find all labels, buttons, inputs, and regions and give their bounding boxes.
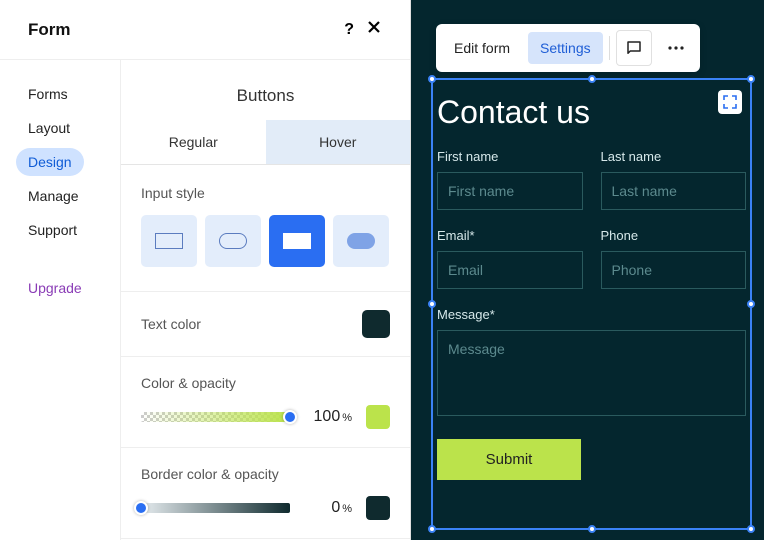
color-opacity-slider[interactable] bbox=[141, 412, 290, 422]
resize-handle[interactable] bbox=[747, 75, 755, 83]
color-opacity-swatch[interactable] bbox=[366, 405, 390, 429]
style-option-pill-fill[interactable] bbox=[333, 215, 389, 267]
close-icon[interactable] bbox=[366, 19, 382, 40]
panel-title: Form bbox=[28, 20, 71, 40]
style-option-round-outline[interactable] bbox=[205, 215, 261, 267]
color-opacity-row: Color & opacity 100% bbox=[121, 357, 410, 448]
section-title: Buttons bbox=[121, 60, 410, 120]
expand-icon[interactable] bbox=[718, 90, 742, 114]
style-option-rect-fill[interactable] bbox=[269, 215, 325, 267]
style-option-rect-outline[interactable] bbox=[141, 215, 197, 267]
border-opacity-row: Border color & opacity 0% bbox=[121, 448, 410, 539]
sidebar-item-upgrade[interactable]: Upgrade bbox=[16, 274, 94, 302]
sidebar-item-support[interactable]: Support bbox=[16, 216, 89, 244]
message-field[interactable] bbox=[437, 330, 746, 416]
resize-handle[interactable] bbox=[588, 525, 596, 533]
form-canvas[interactable]: Contact us First name Last name Email* P… bbox=[431, 78, 752, 530]
element-toolbar: Edit form Settings bbox=[436, 24, 700, 72]
resize-handle[interactable] bbox=[428, 75, 436, 83]
edit-form-button[interactable]: Edit form bbox=[442, 32, 522, 64]
design-content: Buttons Regular Hover Input style Text c… bbox=[120, 60, 410, 540]
resize-handle[interactable] bbox=[588, 75, 596, 83]
state-tabs: Regular Hover bbox=[121, 120, 410, 165]
text-color-row: Text color bbox=[121, 292, 410, 357]
resize-handle[interactable] bbox=[428, 525, 436, 533]
toolbar-divider bbox=[609, 36, 610, 60]
last-name-label: Last name bbox=[601, 149, 747, 164]
text-color-label: Text color bbox=[141, 316, 201, 332]
color-opacity-value: 100% bbox=[304, 408, 352, 426]
resize-handle[interactable] bbox=[747, 300, 755, 308]
sidebar: Forms Layout Design Manage Support Upgra… bbox=[0, 60, 120, 540]
submit-button[interactable]: Submit bbox=[437, 439, 581, 480]
email-label: Email* bbox=[437, 228, 583, 243]
input-style-block: Input style bbox=[121, 165, 410, 292]
resize-handle[interactable] bbox=[428, 300, 436, 308]
help-icon[interactable]: ? bbox=[344, 21, 354, 39]
tab-regular[interactable]: Regular bbox=[121, 120, 266, 164]
border-opacity-swatch[interactable] bbox=[366, 496, 390, 520]
panel-header: Form ? bbox=[0, 0, 410, 60]
sidebar-item-manage[interactable]: Manage bbox=[16, 182, 91, 210]
resize-handle[interactable] bbox=[747, 525, 755, 533]
phone-field[interactable] bbox=[601, 251, 747, 289]
first-name-field[interactable] bbox=[437, 172, 583, 210]
input-style-label: Input style bbox=[141, 185, 390, 201]
more-icon[interactable] bbox=[658, 30, 694, 66]
border-opacity-slider[interactable] bbox=[141, 503, 290, 513]
settings-button[interactable]: Settings bbox=[528, 32, 603, 64]
email-field[interactable] bbox=[437, 251, 583, 289]
form-heading: Contact us bbox=[437, 94, 746, 131]
tab-hover[interactable]: Hover bbox=[266, 120, 411, 164]
first-name-label: First name bbox=[437, 149, 583, 164]
sidebar-item-forms[interactable]: Forms bbox=[16, 80, 80, 108]
border-opacity-value: 0% bbox=[304, 499, 352, 517]
sidebar-item-layout[interactable]: Layout bbox=[16, 114, 82, 142]
phone-label: Phone bbox=[601, 228, 747, 243]
message-label: Message* bbox=[433, 307, 750, 322]
last-name-field[interactable] bbox=[601, 172, 747, 210]
color-opacity-label: Color & opacity bbox=[141, 375, 390, 391]
design-panel: Form ? Forms Layout Design Manage Suppor… bbox=[0, 0, 411, 540]
canvas-area: Edit form Settings Contact us First name bbox=[411, 0, 764, 540]
chat-icon[interactable] bbox=[616, 30, 652, 66]
sidebar-item-design[interactable]: Design bbox=[16, 148, 84, 176]
border-opacity-label: Border color & opacity bbox=[141, 466, 390, 482]
text-color-swatch[interactable] bbox=[362, 310, 390, 338]
